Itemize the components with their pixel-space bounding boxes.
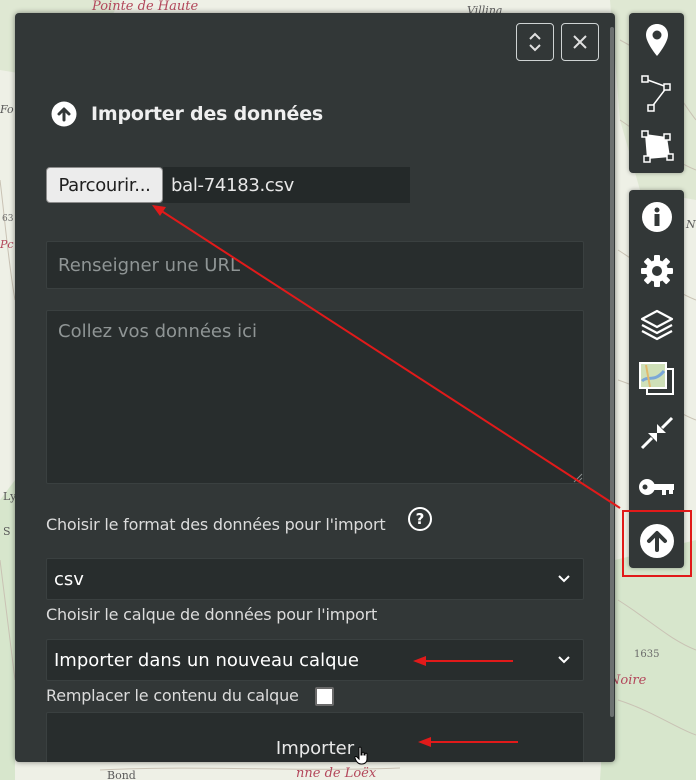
collapse-button[interactable] xyxy=(629,406,684,460)
map-tiles-icon xyxy=(638,362,674,395)
resize-grip-icon[interactable] xyxy=(573,473,583,483)
upload-icon xyxy=(51,101,77,127)
close-icon xyxy=(573,35,587,49)
close-button[interactable] xyxy=(561,23,599,61)
chevron-down-icon xyxy=(558,575,570,583)
file-name: bal-74183.csv xyxy=(171,174,294,196)
expand-button[interactable] xyxy=(516,23,554,61)
url-input[interactable] xyxy=(46,241,584,289)
import-button[interactable]: Importer xyxy=(46,712,584,762)
panel-scrollbar[interactable] xyxy=(610,27,614,717)
permissions-button[interactable] xyxy=(629,460,684,514)
format-select[interactable]: csv xyxy=(46,558,584,600)
page-title: Importer des données xyxy=(91,103,324,125)
collapse-icon xyxy=(640,416,673,450)
add-marker-button[interactable] xyxy=(629,13,684,67)
draw-toolbar xyxy=(629,13,684,173)
polyline-icon xyxy=(640,75,671,112)
map-place-label: Na xyxy=(686,218,696,231)
replace-label: Remplacer le contenu du calque xyxy=(46,686,299,705)
paste-data-textarea[interactable] xyxy=(46,310,584,484)
map-place-label: 63 xyxy=(2,214,14,224)
map-place-label: 1635 xyxy=(634,649,660,660)
map-place-label: Fo xyxy=(0,103,14,116)
format-select-value: csv xyxy=(54,568,84,590)
expand-chevrons-icon xyxy=(529,32,541,52)
file-name-display: bal-74183.csv xyxy=(163,167,410,203)
chevron-down-icon xyxy=(558,656,570,664)
import-button-label: Importer xyxy=(275,738,355,759)
info-button[interactable] xyxy=(629,190,684,244)
help-icon[interactable]: ? xyxy=(408,507,432,531)
annotation-highlight-box xyxy=(622,510,692,577)
info-icon xyxy=(641,202,672,232)
map-place-label: Bond xyxy=(107,769,136,780)
layers-button[interactable] xyxy=(629,298,684,352)
format-label: Choisir le format des données pour l'imp… xyxy=(46,515,386,534)
map-place-label: Pc xyxy=(0,238,14,251)
replace-checkbox[interactable] xyxy=(315,687,334,706)
hand-cursor-icon xyxy=(354,746,368,765)
browse-button[interactable]: Parcourir... xyxy=(46,167,163,203)
polygon-icon xyxy=(640,130,674,163)
map-place-label: nne de Loëx xyxy=(296,766,377,780)
import-panel: Importer des données Parcourir... bal-74… xyxy=(15,13,615,762)
marker-icon xyxy=(645,24,668,56)
settings-button[interactable] xyxy=(629,244,684,298)
layer-select[interactable]: Importer dans un nouveau calque xyxy=(46,639,584,681)
draw-polygon-button[interactable] xyxy=(629,119,684,173)
layers-icon xyxy=(640,309,673,341)
layer-label: Choisir le calque de données pour l'impo… xyxy=(46,605,378,624)
panel-header: Importer des données xyxy=(51,101,323,127)
file-input[interactable]: Parcourir... bal-74183.csv xyxy=(46,167,410,203)
key-icon xyxy=(638,479,674,495)
map-place-label: S xyxy=(3,525,11,538)
map-place-label: Pointe de Haute xyxy=(92,0,199,14)
gear-icon xyxy=(640,255,673,287)
draw-line-button[interactable] xyxy=(629,67,684,121)
map-background-button[interactable] xyxy=(629,352,684,406)
layer-select-value: Importer dans un nouveau calque xyxy=(54,649,359,671)
